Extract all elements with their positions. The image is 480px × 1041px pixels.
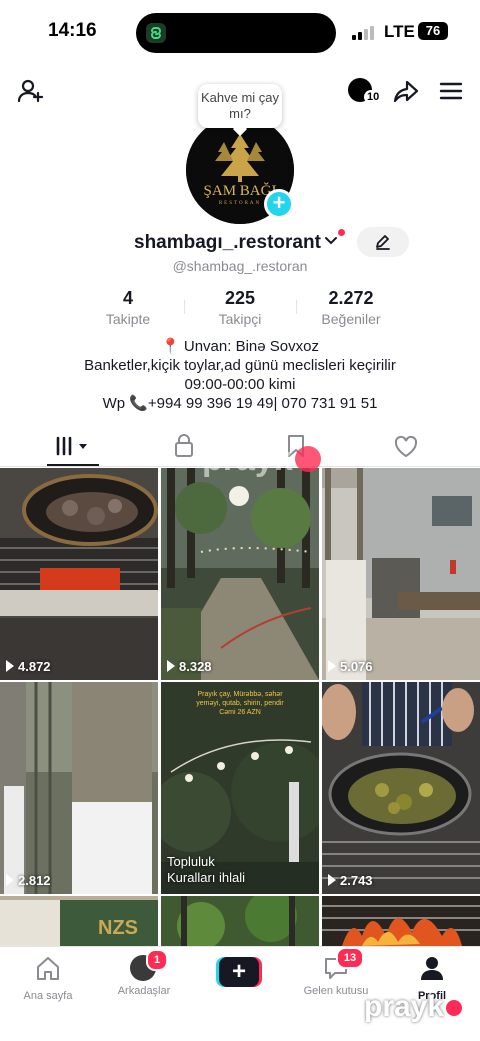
pencil-icon (376, 235, 390, 250)
video-thumbnail[interactable]: Prayık çay, Mürəbbə, səhər yeməyi, qutab… (161, 682, 319, 894)
status-time: 14:16 (48, 20, 97, 41)
link-icon (146, 23, 166, 43)
bio-line-hours: 09:00-00:00 kimi (184, 376, 296, 393)
grill-image (0, 468, 158, 680)
video-thumbnail[interactable] (161, 896, 319, 946)
chevron-down-icon[interactable] (324, 236, 338, 246)
video-thumbnail[interactable]: NZS (0, 896, 158, 946)
notification-dot (338, 229, 345, 236)
svg-text:NZS: NZS (98, 917, 138, 939)
garden-image (161, 468, 319, 680)
play-icon (6, 874, 14, 886)
view-count: 2.812 (6, 873, 51, 888)
video-thumbnail[interactable] (322, 896, 480, 946)
bio-line-contact[interactable]: Wp 📞+994 99 396 19 49| 070 731 91 51 (0, 394, 480, 413)
note-bubble[interactable]: Kahve mi çay mı? (198, 84, 282, 137)
green-image (161, 896, 319, 946)
bio-line-services: Banketler,kiçik toylar,ad günü meclisler… (84, 357, 396, 374)
play-icon (6, 660, 14, 672)
trees-image (0, 682, 158, 894)
views-text: 8.328 (179, 659, 212, 674)
videos-tab[interactable] (52, 432, 96, 460)
battery-level: 76 (418, 22, 448, 40)
menu-icon[interactable] (437, 77, 465, 105)
coins-button[interactable]: 10 (348, 76, 383, 106)
likes-count[interactable]: 2.272 (306, 288, 396, 309)
watermark: prayk (364, 990, 463, 1024)
views-text: 2.743 (340, 873, 373, 888)
network-type: LTE (384, 22, 415, 41)
share-icon[interactable] (392, 77, 420, 105)
nav-home-label: Ana sayfa (23, 990, 73, 1002)
fire-image (322, 896, 480, 946)
followers-count[interactable]: 225 (200, 288, 280, 309)
play-icon (328, 660, 336, 672)
add-friend-icon[interactable] (16, 77, 44, 105)
video-thumbnail[interactable]: 8.328 (161, 468, 319, 680)
view-count: 4.872 (6, 659, 51, 674)
video-caption-overlay: Prayık çay, Mürəbbə, səhər yeməyi, qutab… (196, 691, 284, 716)
view-count: 5.076 (328, 659, 373, 674)
video-thumbnail[interactable]: 2.812 (0, 682, 158, 894)
lock-icon[interactable] (162, 432, 206, 460)
nav-home[interactable]: Ana sayfa (3, 955, 93, 1002)
create-button[interactable]: + (216, 957, 262, 987)
dynamic-island (136, 13, 336, 53)
stat-divider (296, 300, 297, 314)
inbox-badge: 13 (336, 947, 364, 969)
views-text: 2.812 (18, 873, 51, 888)
logo-subtext: RESTORAN (219, 201, 261, 206)
note-text: Kahve mi çay mı? (200, 90, 280, 121)
views-text: 4.872 (18, 659, 51, 674)
heart-icon[interactable] (384, 432, 428, 460)
play-icon (328, 874, 336, 886)
likes-label[interactable]: Beğeniler (306, 311, 396, 327)
sign-image: NZS (0, 896, 158, 946)
edit-profile-button[interactable] (357, 227, 409, 257)
username[interactable]: shambagı_.restorant (134, 232, 321, 254)
battery-icon: 76 (418, 22, 450, 42)
profile-icon (421, 957, 443, 980)
yard-image (322, 468, 480, 680)
nav-friends[interactable]: 1 Arkadaşlar (99, 949, 189, 997)
view-count: 8.328 (167, 659, 212, 674)
add-story-button[interactable]: + (264, 189, 294, 219)
plus-icon: + (219, 957, 259, 987)
play-icon (167, 660, 175, 672)
violation-label: Topluluk Kuralları ihlali (167, 854, 246, 885)
views-text: 5.076 (340, 659, 373, 674)
user-handle: @shambag_.restoran (172, 258, 308, 274)
video-thumbnail[interactable]: 5.076 (322, 468, 480, 680)
home-icon (37, 957, 59, 980)
stat-divider (184, 300, 185, 314)
bio-line-address: 📍 Unvan: Binə Sovxoz (161, 338, 319, 355)
cooking-image (322, 682, 480, 894)
watermark: prayk (202, 440, 321, 479)
following-count[interactable]: 4 (88, 288, 168, 309)
followers-label[interactable]: Takipçi (200, 311, 280, 327)
nav-friends-label: Arkadaşlar (117, 985, 171, 997)
signal-icon (352, 26, 374, 40)
video-thumbnail[interactable]: 2.743 (322, 682, 480, 894)
view-count: 2.743 (328, 873, 373, 888)
friends-badge: 1 (146, 949, 168, 971)
coins-count: 10 (364, 90, 383, 104)
video-thumbnail[interactable]: 4.872 (0, 468, 158, 680)
following-label[interactable]: Takipte (88, 311, 168, 327)
